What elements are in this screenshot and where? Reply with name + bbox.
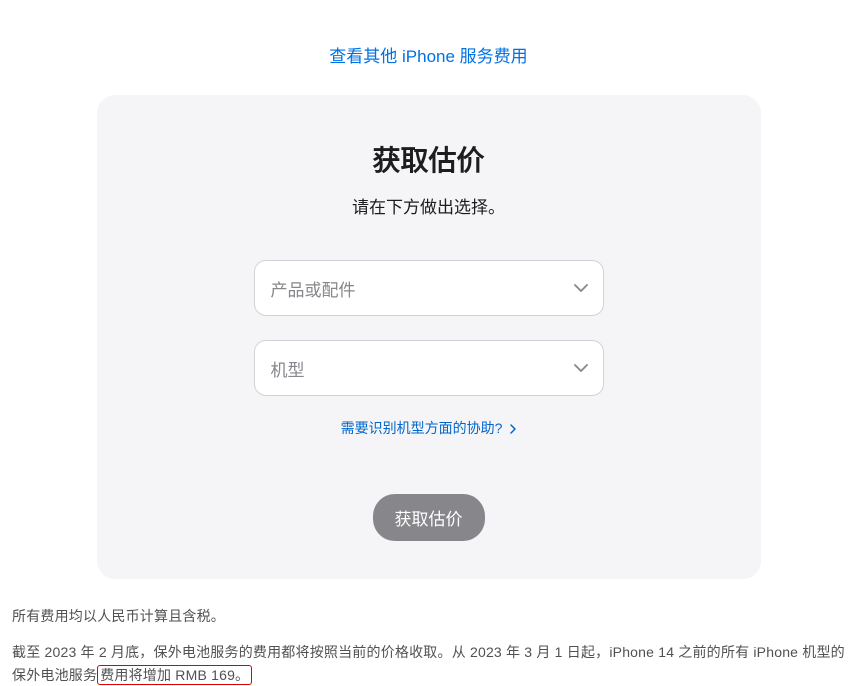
- footer-disclaimer: 所有费用均以人民币计算且含税。 截至 2023 年 2 月底，保外电池服务的费用…: [10, 605, 847, 686]
- help-link-text: 需要识别机型方面的协助?: [341, 420, 503, 436]
- footer-line1: 所有费用均以人民币计算且含税。: [12, 605, 845, 627]
- card-title: 获取估价: [137, 139, 721, 179]
- estimate-card: 获取估价 请在下方做出选择。 产品或配件 机型 需要识别机型方面的协助? 获取估…: [97, 95, 761, 579]
- top-link-container: 查看其他 iPhone 服务费用: [10, 0, 847, 95]
- identify-model-help-link[interactable]: 需要识别机型方面的协助?: [341, 418, 517, 438]
- chevron-right-icon: [510, 420, 516, 436]
- get-estimate-button[interactable]: 获取估价: [373, 494, 485, 541]
- footer-highlight: 费用将增加 RMB 169。: [97, 665, 252, 685]
- footer-line2: 截至 2023 年 2 月底，保外电池服务的费用都将按照当前的价格收取。从 20…: [12, 641, 845, 686]
- model-select[interactable]: 机型: [254, 340, 604, 396]
- card-subtitle: 请在下方做出选择。: [137, 193, 721, 218]
- product-select-wrapper: 产品或配件: [254, 260, 604, 316]
- other-services-link[interactable]: 查看其他 iPhone 服务费用: [329, 47, 527, 66]
- model-select-wrapper: 机型: [254, 340, 604, 396]
- product-select[interactable]: 产品或配件: [254, 260, 604, 316]
